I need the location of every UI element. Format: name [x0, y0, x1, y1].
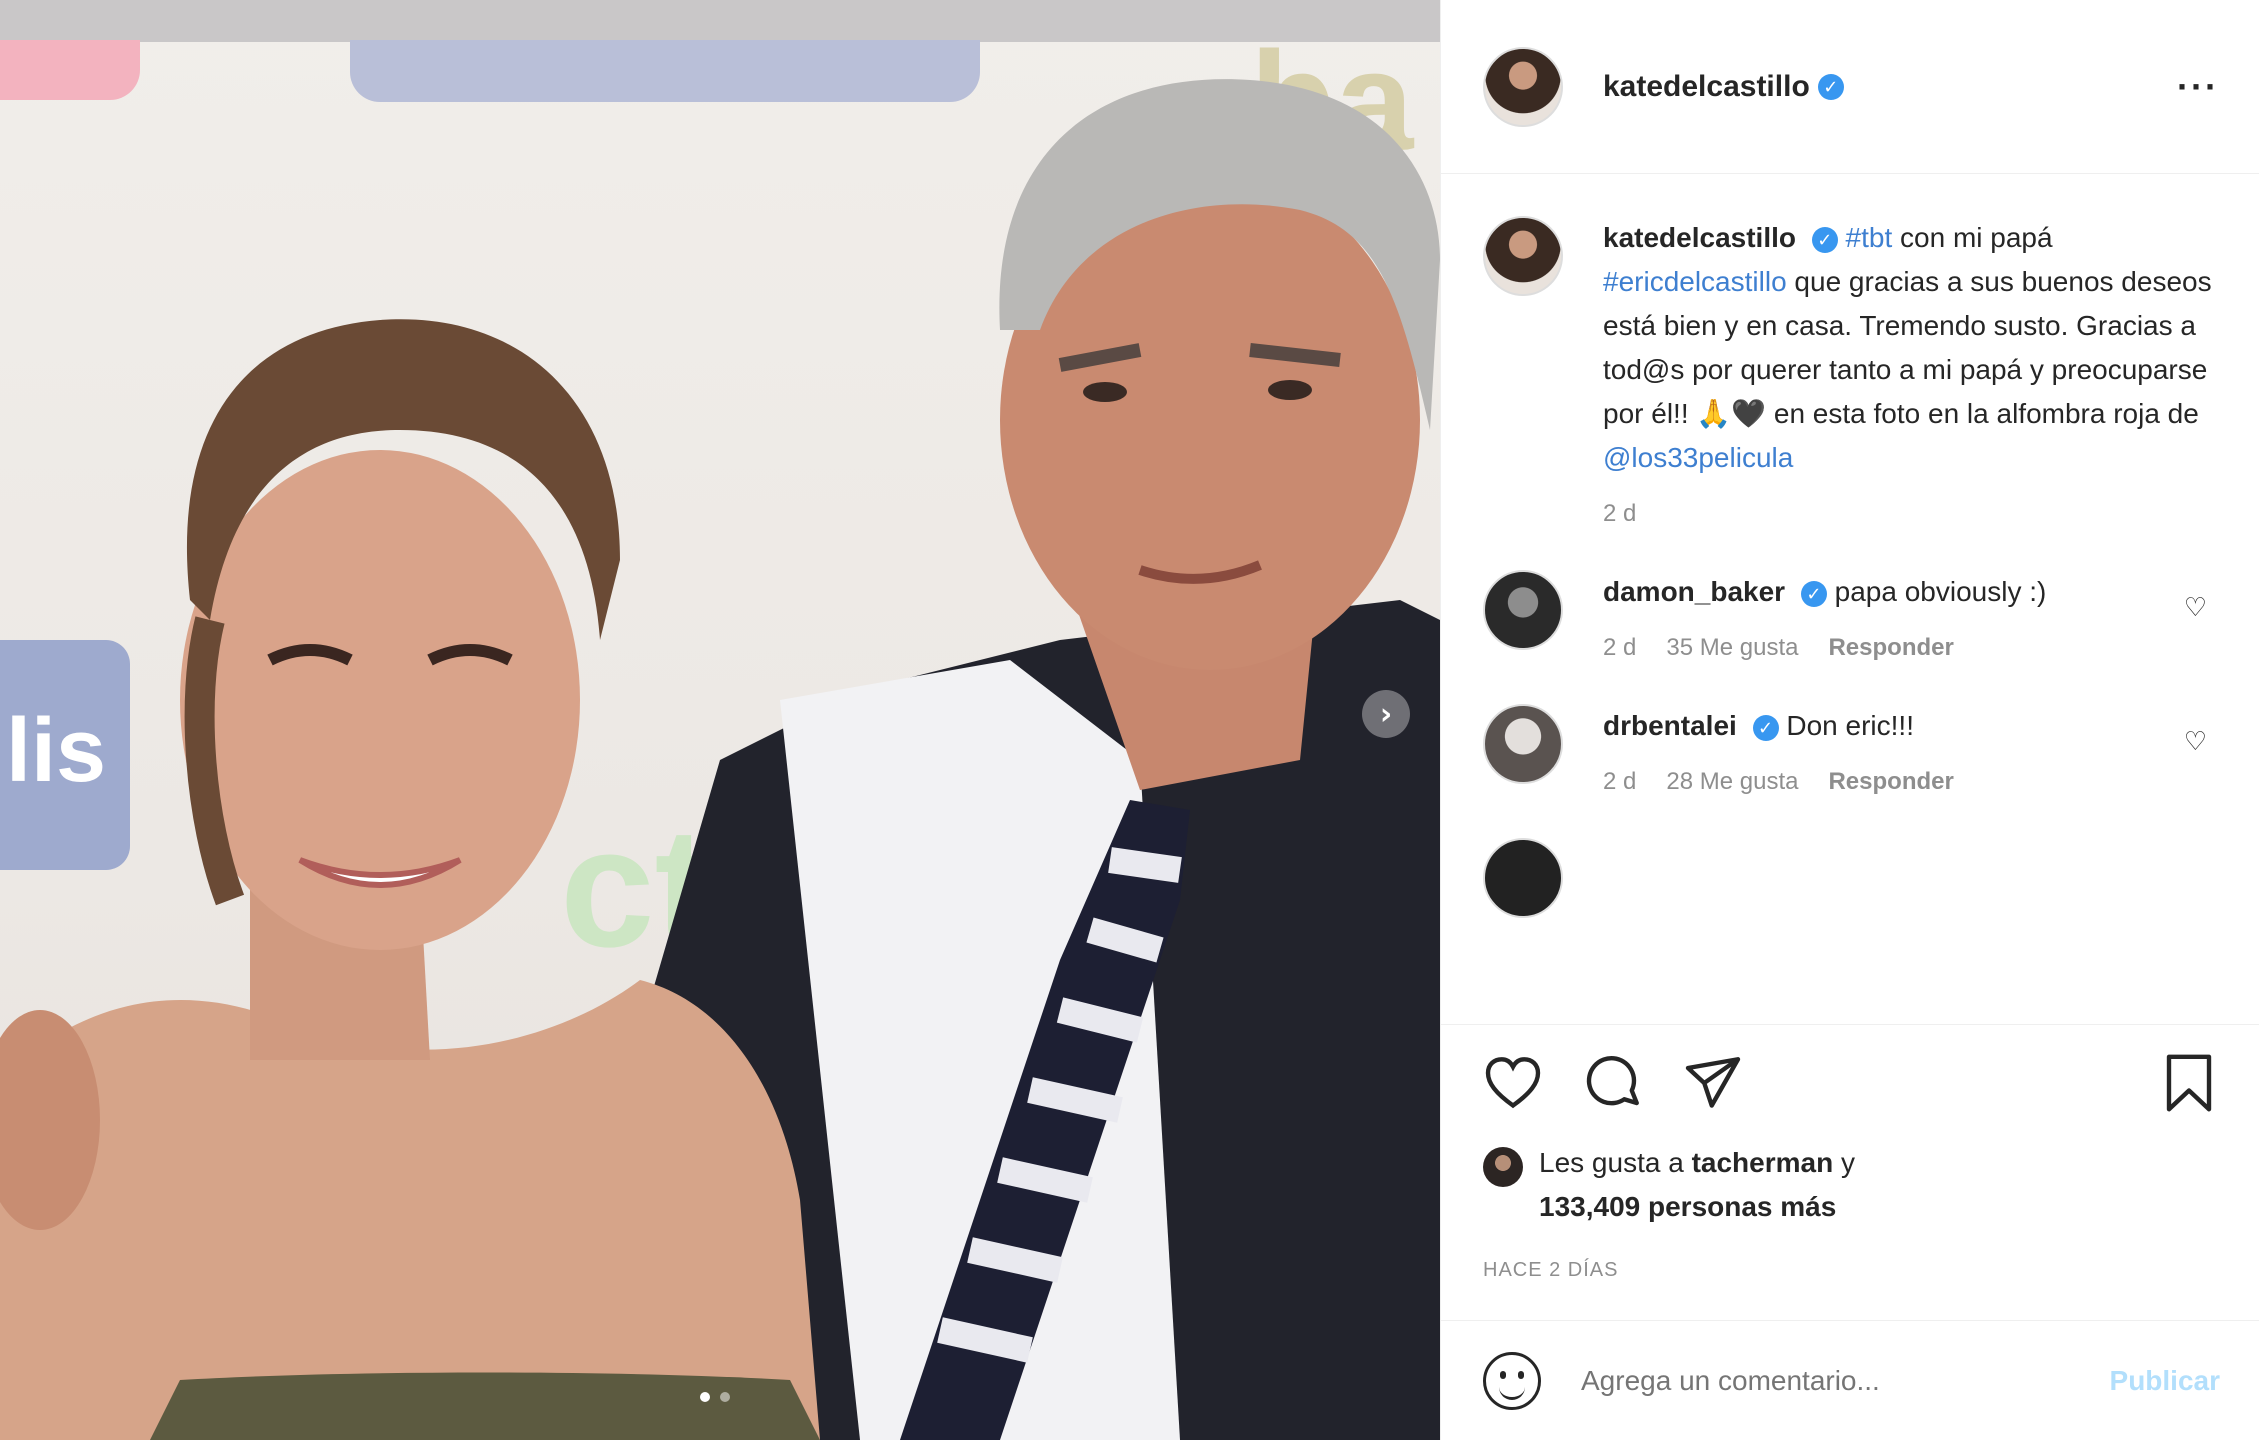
post-actions: Les gusta a tacherman y 133,409 personas…	[1441, 1024, 2259, 1281]
comment-username[interactable]: drbentalei	[1603, 710, 1737, 741]
reply-button[interactable]: Responder	[1828, 626, 1953, 670]
reply-button[interactable]: Responder	[1828, 760, 1953, 804]
mention-link[interactable]: @los33pelicula	[1603, 442, 1793, 473]
post-header: katedelcastillo ✓ ···	[1441, 0, 2259, 174]
likes-username[interactable]: tacherman	[1692, 1147, 1834, 1178]
more-options-icon[interactable]: ···	[2177, 66, 2219, 108]
comment-likes[interactable]: 28 Me gusta	[1666, 760, 1798, 804]
comment-text: papa obviously :)	[1834, 576, 2047, 607]
comment-username[interactable]: damon_baker	[1603, 576, 1785, 607]
carousel-dots	[700, 1392, 730, 1402]
caption-username[interactable]: katedelcastillo	[1603, 222, 1796, 253]
verified-icon: ✓	[1817, 73, 1844, 100]
photo-illustration	[0, 79, 1440, 1440]
hashtag-link[interactable]: #tbt	[1846, 222, 1893, 253]
likes-suffix: y	[1833, 1147, 1855, 1178]
avatar[interactable]	[1483, 216, 1563, 296]
likes-count[interactable]: 133,409 personas más	[1539, 1191, 1836, 1222]
post-photo[interactable]: lis ba ct ›	[0, 0, 1440, 1440]
add-comment-bar: Publicar	[1441, 1320, 2259, 1440]
comment-text: Don eric!!!	[1786, 710, 1914, 741]
carousel-dot	[700, 1392, 710, 1402]
bookmark-icon[interactable]	[2159, 1053, 2219, 1113]
chevron-right-icon[interactable]: ›	[1362, 690, 1410, 738]
share-icon[interactable]	[1683, 1053, 1743, 1113]
carousel-dot	[720, 1392, 730, 1402]
comment-item: drbentalei ✓ Don eric!!! 2 d 28 Me gusta…	[1483, 704, 2219, 804]
avatar[interactable]	[1483, 704, 1563, 784]
likes-prefix: Les gusta a	[1539, 1147, 1692, 1178]
comment-time[interactable]: 2 d	[1603, 760, 1636, 804]
verified-icon: ✓	[1752, 714, 1779, 741]
post-sidebar: katedelcastillo ✓ ··· katedelcastillo ✓ …	[1440, 0, 2259, 1440]
avatar	[1483, 1147, 1523, 1187]
hashtag-link[interactable]: #ericdelcastillo	[1603, 266, 1787, 297]
publish-button[interactable]: Publicar	[2110, 1365, 2220, 1397]
comment-input[interactable]	[1581, 1364, 2110, 1397]
comment-item: damon_baker ✓ papa obviously :) 2 d 35 M…	[1483, 570, 2219, 670]
comments-list[interactable]: katedelcastillo ✓ #tbt con mi papá #eric…	[1441, 174, 2259, 1024]
heart-icon[interactable]: ♡	[2184, 726, 2207, 757]
avatar[interactable]	[1483, 838, 1563, 918]
caption: katedelcastillo ✓ #tbt con mi papá #eric…	[1483, 216, 2219, 536]
verified-icon: ✓	[1800, 580, 1827, 607]
caption-time[interactable]: 2 d	[1603, 492, 1636, 536]
avatar[interactable]	[1483, 46, 1563, 127]
comment-time[interactable]: 2 d	[1603, 626, 1636, 670]
comment-item	[1483, 838, 2219, 918]
emoji-icon[interactable]	[1483, 1351, 1541, 1410]
author-username[interactable]: katedelcastillo	[1603, 70, 1810, 104]
heart-icon[interactable]: ♡	[2184, 592, 2207, 623]
verified-icon: ✓	[1811, 226, 1838, 253]
comment-icon[interactable]	[1583, 1053, 1643, 1113]
likes-summary: Les gusta a tacherman y 133,409 personas…	[1483, 1141, 2219, 1229]
comment-likes[interactable]: 35 Me gusta	[1666, 626, 1798, 670]
heart-icon[interactable]	[1483, 1053, 1543, 1113]
avatar[interactable]	[1483, 570, 1563, 650]
post-timestamp[interactable]: HACE 2 DÍAS	[1483, 1259, 2219, 1282]
caption-text: con mi papá	[1892, 222, 2053, 253]
